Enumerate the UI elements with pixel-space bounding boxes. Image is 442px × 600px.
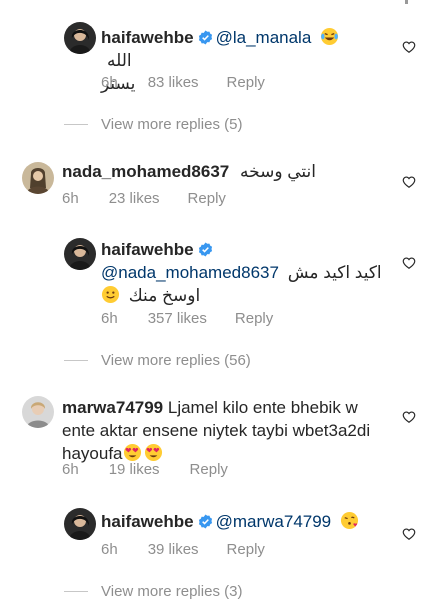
slight-smile-emoji-icon <box>101 285 120 304</box>
reply-button[interactable]: Reply <box>190 461 228 478</box>
reply-button[interactable]: Reply <box>188 190 226 207</box>
comment-text-line2: اوسخ منك <box>128 286 201 305</box>
verified-badge-icon <box>198 30 212 45</box>
like-count[interactable]: 83 likes <box>148 74 199 91</box>
like-count[interactable]: 357 likes <box>148 310 207 327</box>
comment-meta: 6h 357 likes Reply <box>101 310 303 327</box>
avatar[interactable] <box>64 22 96 54</box>
comment-timestamp: 6h <box>62 190 79 207</box>
comment-text-line2: ente aktar ensene niytek taybi wbet3a2di <box>62 421 371 440</box>
comment-text: انتي وسخه <box>239 162 317 181</box>
comment-meta: 6h 83 likes Reply <box>101 74 295 91</box>
like-count[interactable]: 23 likes <box>109 190 160 207</box>
comment-timestamp: 6h <box>101 541 118 558</box>
like-heart-icon[interactable] <box>402 410 416 424</box>
comment-meta: 6h 39 likes Reply <box>101 541 295 558</box>
mention-link[interactable]: @nada_mohamed8637 <box>101 263 279 282</box>
avatar[interactable] <box>22 162 54 194</box>
verified-badge-icon <box>198 242 212 257</box>
comment-text: Ljamel kilo ente bhebik w <box>167 398 358 417</box>
avatar[interactable] <box>64 238 96 270</box>
divider-line <box>64 124 88 125</box>
reply-button[interactable]: Reply <box>227 74 265 91</box>
divider-line <box>64 591 88 592</box>
comment-timestamp: 6h <box>101 74 118 91</box>
reply-button[interactable]: Reply <box>235 310 273 327</box>
comment-username[interactable]: haifawehbe <box>101 240 194 259</box>
comment-body: nada_mohamed8637 انتي وسخه <box>62 160 316 183</box>
comment-username[interactable]: nada_mohamed8637 <box>62 162 229 181</box>
comment-username[interactable]: marwa74799 <box>62 398 163 417</box>
reply-button[interactable]: Reply <box>227 541 265 558</box>
comment-meta: 6h 19 likes Reply <box>62 461 258 478</box>
view-more-replies-label[interactable]: View more replies (5) <box>101 116 242 133</box>
mention-link[interactable]: @la_manala <box>216 28 312 47</box>
view-more-replies-label[interactable]: View more replies (56) <box>101 352 251 369</box>
view-more-replies[interactable]: View more replies (5) <box>64 116 242 133</box>
like-count[interactable]: 19 likes <box>109 461 160 478</box>
avatar[interactable] <box>64 508 96 540</box>
comment-meta: 6h 23 likes Reply <box>62 190 256 207</box>
view-more-replies-label[interactable]: View more replies (3) <box>101 583 242 600</box>
verified-badge-icon <box>198 514 212 529</box>
comment-timestamp: 6h <box>62 461 79 478</box>
divider-line <box>64 360 88 361</box>
view-more-replies[interactable]: View more replies (56) <box>64 352 251 369</box>
like-heart-icon[interactable] <box>402 175 416 189</box>
scroll-indicator <box>405 0 408 4</box>
comment-body: haifawehbe @nada_mohamed8637 اكيد اكيد م… <box>101 238 391 307</box>
like-count[interactable]: 39 likes <box>148 541 199 558</box>
laughing-tears-emoji-icon <box>320 27 339 46</box>
kissing-heart-emoji-icon <box>340 511 358 530</box>
comment-body: haifawehbe @marwa74799 <box>101 510 401 533</box>
comment-text: اكيد اكيد مش <box>287 263 382 282</box>
mention-link[interactable]: @marwa74799 <box>216 512 332 531</box>
heart-eyes-emoji-icon <box>144 443 162 462</box>
comment-username[interactable]: haifawehbe <box>101 28 194 47</box>
comment-text: الله <box>107 51 132 70</box>
comment-body: marwa74799 Ljamel kilo ente bhebik w ent… <box>62 396 392 465</box>
like-heart-icon[interactable] <box>402 40 416 54</box>
like-heart-icon[interactable] <box>402 527 416 541</box>
comment-timestamp: 6h <box>101 310 118 327</box>
heart-eyes-emoji-icon <box>123 443 141 462</box>
view-more-replies[interactable]: View more replies (3) <box>64 583 242 600</box>
avatar[interactable] <box>22 396 54 428</box>
like-heart-icon[interactable] <box>402 256 416 270</box>
comment-username[interactable]: haifawehbe <box>101 512 194 531</box>
